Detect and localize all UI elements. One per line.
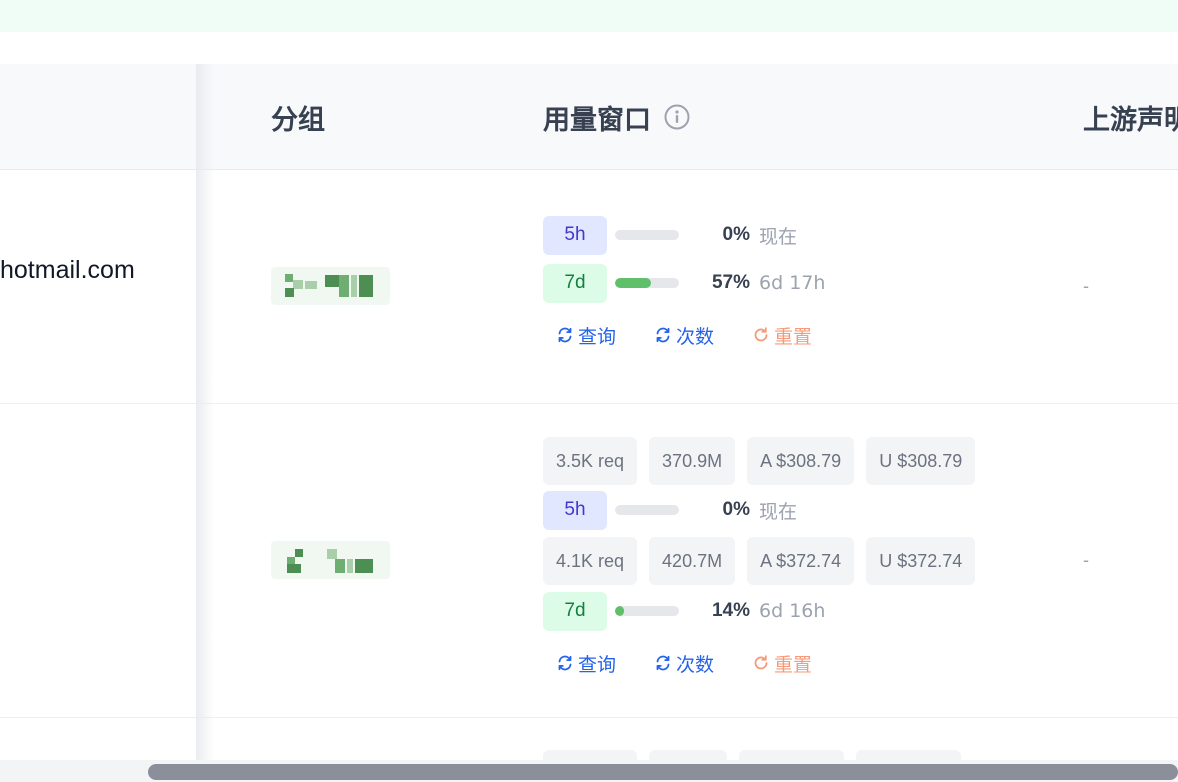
reset-time: 6d 17h	[759, 272, 826, 294]
refresh-icon	[656, 327, 670, 343]
period-badge: 5h	[543, 490, 607, 530]
period-badge: 7d	[543, 263, 607, 303]
row-actions: 查询 次数 重置	[543, 307, 850, 363]
usage-percent: 14%	[711, 600, 750, 621]
stat-badge: 420.7M	[649, 537, 736, 585]
period-badge: 5h	[543, 215, 607, 255]
top-banner	[0, 0, 1178, 32]
query-button[interactable]: 查询	[556, 322, 616, 349]
reset-time: 现在	[759, 500, 798, 523]
column-header-usage[interactable]: 用量窗口	[543, 64, 691, 170]
count-label: 次数	[676, 325, 715, 348]
reset-time: 6d 16h	[759, 600, 826, 622]
account-email: hotmail.com	[0, 256, 135, 284]
reset-time: 现在	[759, 225, 798, 248]
upstream-value: -	[1083, 550, 1089, 570]
sticky-column-shadow	[196, 64, 214, 764]
usage-progress-bar	[615, 278, 679, 288]
query-label: 查询	[578, 325, 617, 348]
reset-button[interactable]: 重置	[752, 650, 812, 677]
refresh-icon	[656, 655, 670, 671]
usage-progress-bar	[615, 606, 679, 616]
refresh-icon	[558, 655, 572, 671]
table-header: 分组 用量窗口 上游声明	[0, 64, 1178, 170]
column-header-usage-label: 用量窗口	[543, 104, 651, 136]
stat-badge: A $308.79	[747, 437, 855, 485]
count-button[interactable]: 次数	[654, 322, 714, 349]
upstream-value: -	[1083, 276, 1089, 296]
usage-progress-bar	[615, 505, 679, 515]
stat-badge: U $308.79	[866, 437, 976, 485]
usage-stats-7d: 4.1K req 420.7M A $372.74 U $372.74	[543, 535, 987, 587]
column-header-upstream[interactable]: 上游声明	[1083, 64, 1178, 170]
column-header-group[interactable]: 分组	[271, 64, 325, 170]
usage-window: 5h 0% 现在 7d 57% 6d 17h 查询 次数 重置	[543, 211, 850, 363]
stat-badge: 370.9M	[649, 437, 736, 485]
table-row: 3.5K req 370.9M A $308.79 U $308.79 5h 0…	[0, 404, 1178, 718]
usage-stats-5h: 3.5K req 370.9M A $308.79 U $308.79	[543, 437, 987, 485]
reset-label: 重置	[774, 325, 813, 348]
row-actions: 查询 次数 重置	[543, 635, 987, 691]
horizontal-scrollbar-thumb[interactable]	[148, 764, 1178, 780]
query-button[interactable]: 查询	[556, 650, 616, 677]
group-tag[interactable]	[271, 541, 390, 579]
usage-progress-bar	[615, 230, 679, 240]
reset-icon	[754, 655, 768, 670]
usage-line-5h: 5h 0% 现在	[543, 485, 987, 535]
count-label: 次数	[676, 653, 715, 676]
reset-icon	[754, 327, 768, 342]
table-row: hotmail.com 5h 0% 现在 7d 57% 6d 17h 查询 次数…	[0, 170, 1178, 404]
stat-badge: 4.1K req	[543, 537, 638, 585]
usage-window: 3.5K req 370.9M A $308.79 U $308.79 5h 0…	[543, 437, 987, 691]
usage-line-7d: 7d 14% 6d 16h	[543, 587, 987, 635]
reset-label: 重置	[774, 653, 813, 676]
usage-line-7d: 7d 57% 6d 17h	[543, 259, 850, 307]
query-label: 查询	[578, 653, 617, 676]
usage-percent: 0%	[722, 224, 750, 245]
usage-percent: 0%	[722, 499, 750, 520]
stat-badge: U $372.74	[866, 537, 976, 585]
usage-percent: 57%	[711, 272, 750, 293]
group-tag[interactable]	[271, 267, 390, 305]
reset-button[interactable]: 重置	[752, 322, 812, 349]
refresh-icon	[558, 327, 572, 343]
count-button[interactable]: 次数	[654, 650, 714, 677]
usage-line-5h: 5h 0% 现在	[543, 211, 850, 259]
stat-badge: A $372.74	[747, 537, 855, 585]
stat-badge: 3.5K req	[543, 437, 638, 485]
info-icon[interactable]	[663, 103, 691, 131]
period-badge: 7d	[543, 591, 607, 631]
